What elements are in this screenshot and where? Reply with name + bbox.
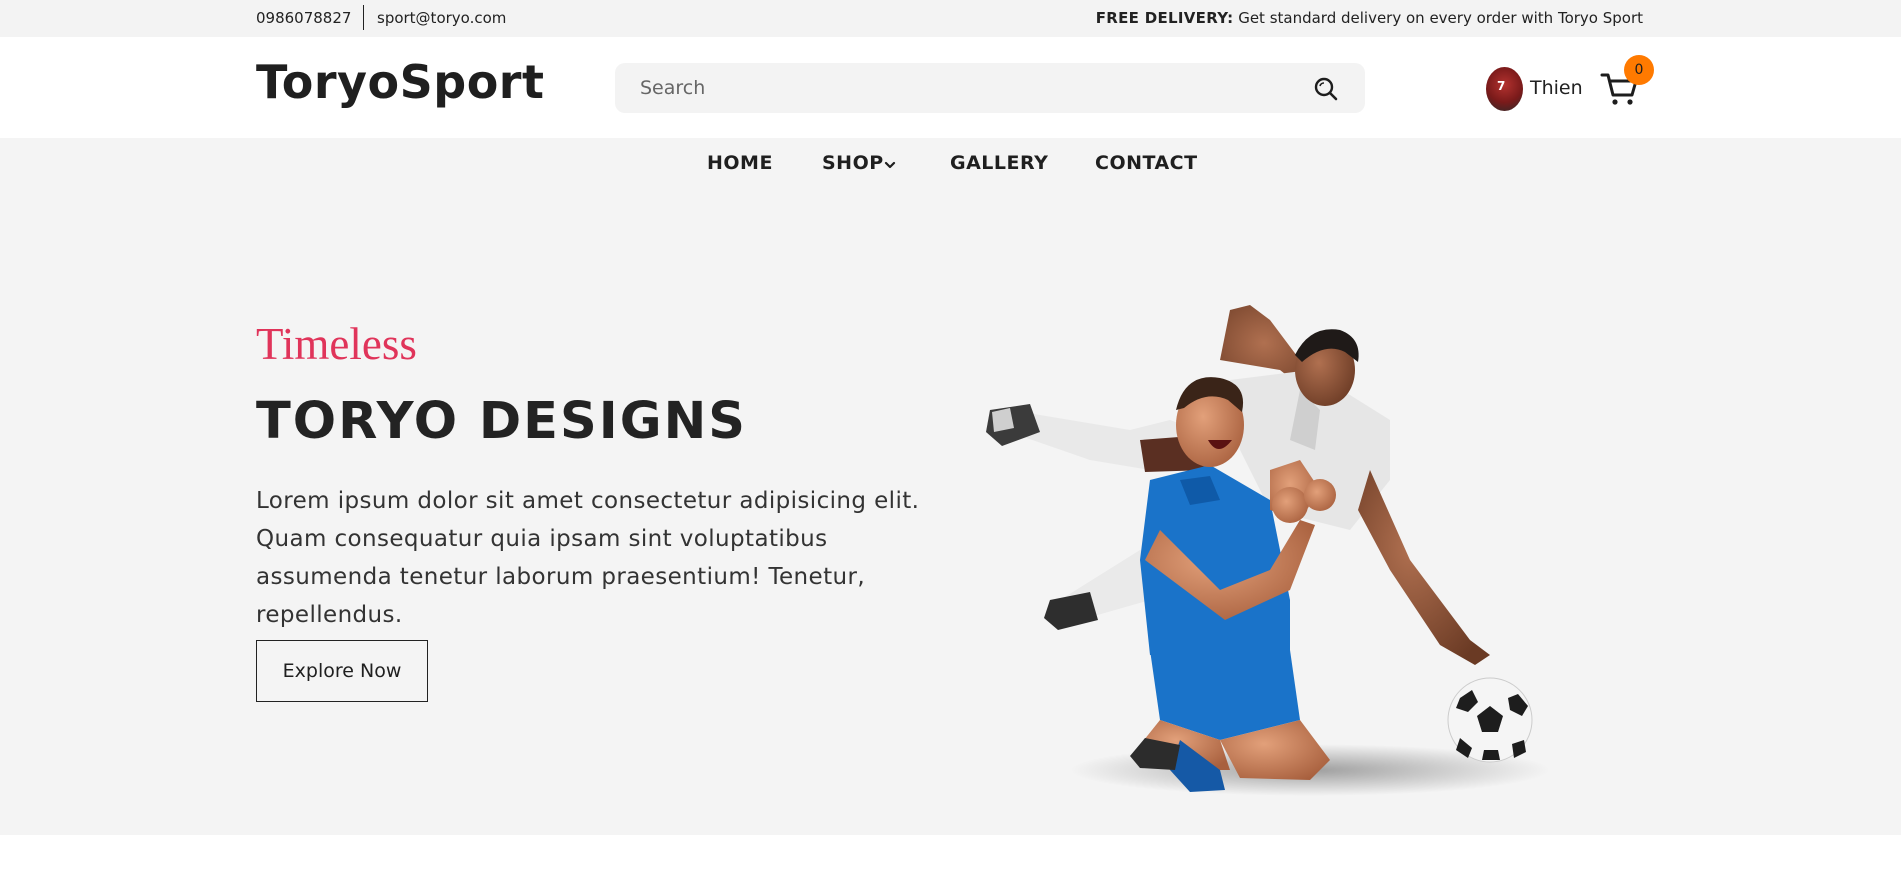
hero-description: Lorem ipsum dolor sit amet consectetur a… bbox=[256, 488, 920, 628]
divider bbox=[363, 5, 364, 30]
top-bar: 0986078827 sport@toryo.com FREE DELIVERY… bbox=[0, 0, 1901, 37]
site-header: ToryoSport 7 Thien 0 bbox=[0, 37, 1901, 138]
avatar-jersey-number: 7 bbox=[1497, 79, 1506, 93]
site-logo[interactable]: ToryoSport bbox=[256, 55, 544, 109]
hero-tagline: Timeless bbox=[256, 319, 417, 369]
user-avatar[interactable]: 7 bbox=[1486, 67, 1523, 111]
explore-now-button[interactable]: Explore Now bbox=[256, 640, 428, 702]
search-icon[interactable] bbox=[1313, 76, 1339, 102]
hero-headline: TORYO DESIGNS bbox=[256, 392, 748, 451]
soccer-players-image bbox=[986, 305, 1550, 796]
chevron-down-icon[interactable] bbox=[884, 159, 896, 171]
free-delivery-banner: FREE DELIVERY: Get standard delivery on … bbox=[1096, 9, 1643, 27]
promo-label: FREE DELIVERY: bbox=[1095, 9, 1234, 27]
nav-item-gallery[interactable]: GALLERY bbox=[950, 152, 1048, 174]
phone-number[interactable]: 0986078827 bbox=[256, 9, 351, 27]
email-address[interactable]: sport@toryo.com bbox=[377, 9, 506, 27]
promo-text: Get standard delivery on every order wit… bbox=[1233, 9, 1643, 27]
user-name[interactable]: Thien bbox=[1530, 77, 1583, 99]
nav-item-home[interactable]: HOME bbox=[707, 152, 773, 174]
main-nav: HOME SHOP GALLERY CONTACT bbox=[0, 138, 1901, 190]
search-input[interactable] bbox=[640, 63, 1280, 113]
cart-count-badge: 0 bbox=[1624, 55, 1654, 85]
page-bottom bbox=[0, 835, 1901, 886]
nav-item-shop[interactable]: SHOP bbox=[822, 152, 884, 174]
soccer-ball bbox=[1447, 677, 1533, 763]
search-bar bbox=[615, 63, 1365, 113]
nav-item-contact[interactable]: CONTACT bbox=[1095, 152, 1198, 174]
